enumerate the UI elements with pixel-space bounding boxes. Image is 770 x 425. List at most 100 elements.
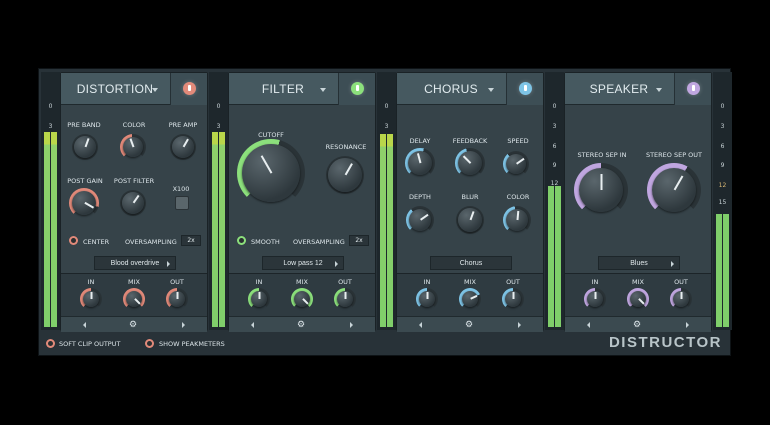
chorus-preset-select[interactable]: Chorus xyxy=(430,256,512,270)
meter-bar-right xyxy=(555,186,561,327)
meter-bar-right xyxy=(219,132,225,327)
gear-icon[interactable]: ⚙ xyxy=(465,320,473,329)
speaker-header[interactable]: SPEAKER xyxy=(565,73,711,105)
stereo-sep-in-knob[interactable] xyxy=(574,163,628,217)
cutoff-knob[interactable] xyxy=(237,139,305,207)
resonance-label: RESONANCE xyxy=(325,143,367,151)
arrow-right-icon xyxy=(671,261,674,267)
chevron-down-icon[interactable] xyxy=(488,88,494,92)
chevron-down-icon[interactable] xyxy=(656,88,662,92)
depth-knob[interactable] xyxy=(406,206,434,234)
meter-bar-left xyxy=(44,132,50,327)
speed-knob[interactable] xyxy=(503,151,529,177)
pre-amp-knob[interactable] xyxy=(170,134,196,160)
knob-label: COLOR xyxy=(122,121,146,129)
in-label: IN xyxy=(255,278,263,286)
chorus-module: CHORUS DELAY FEEDBACK SPEED DEPTH BLUR C… xyxy=(396,72,544,332)
out-label: OUT xyxy=(674,278,688,286)
show-peakmeters-led-toggle[interactable] xyxy=(145,339,154,348)
mix-section: IN MIX OUT ⚙ xyxy=(565,273,711,332)
preset-name: Blues xyxy=(630,260,648,267)
center-label: CENTER xyxy=(83,238,110,246)
mix-label: MIX xyxy=(632,278,644,286)
post-gain-knob[interactable] xyxy=(69,188,99,218)
arrow-left-icon[interactable] xyxy=(83,322,86,328)
feedback-knob[interactable] xyxy=(455,148,485,178)
arrow-right-icon[interactable] xyxy=(518,322,521,328)
in-knob[interactable] xyxy=(248,288,270,310)
color-knob[interactable] xyxy=(503,206,531,234)
in-label: IN xyxy=(423,278,431,286)
arrow-left-icon[interactable] xyxy=(251,322,254,328)
delay-knob[interactable] xyxy=(405,148,435,178)
power-icon[interactable] xyxy=(183,82,196,95)
oversampling-select[interactable]: 2x xyxy=(181,235,201,246)
meter-bar-right xyxy=(387,134,393,327)
color-knob[interactable] xyxy=(120,134,146,160)
out-knob[interactable] xyxy=(502,288,524,310)
mix-knob[interactable] xyxy=(123,288,145,310)
arrow-right-icon[interactable] xyxy=(182,322,185,328)
meter-bar-right xyxy=(723,214,729,327)
out-knob[interactable] xyxy=(334,288,356,310)
out-knob[interactable] xyxy=(670,288,692,310)
filter-power-button[interactable] xyxy=(338,73,375,105)
mix-knob[interactable] xyxy=(627,288,649,310)
resonance-knob[interactable] xyxy=(326,156,364,194)
preset-name: Blood overdrive xyxy=(110,260,160,267)
chorus-power-button[interactable] xyxy=(506,73,543,105)
meter-scale-label: 6 xyxy=(552,143,557,150)
pre-band-knob[interactable] xyxy=(72,134,98,160)
in-knob[interactable] xyxy=(584,288,606,310)
filter-header[interactable]: FILTER xyxy=(229,73,375,105)
arrow-right-icon xyxy=(335,261,338,267)
mix-knob[interactable] xyxy=(291,288,313,310)
gear-icon[interactable]: ⚙ xyxy=(129,320,137,329)
soft-clip-label: SOFT CLIP OUTPUT xyxy=(59,340,121,348)
out-knob[interactable] xyxy=(166,288,188,310)
arrow-left-icon[interactable] xyxy=(419,322,422,328)
soft-clip-led-toggle[interactable] xyxy=(46,339,55,348)
gear-icon[interactable]: ⚙ xyxy=(633,320,641,329)
distortion-preset-select[interactable]: Blood overdrive xyxy=(94,256,176,270)
distructor-plugin: 0 3 0 3 0 3 0 3 6 9 12 0 3 6 9 12 15 DIS… xyxy=(38,68,732,356)
power-icon[interactable] xyxy=(687,82,700,95)
arrow-right-icon[interactable] xyxy=(686,322,689,328)
in-label: IN xyxy=(87,278,95,286)
arrow-right-icon[interactable] xyxy=(350,322,353,328)
gear-icon[interactable]: ⚙ xyxy=(297,320,305,329)
mix-section: IN MIX OUT ⚙ xyxy=(397,273,543,332)
blur-knob[interactable] xyxy=(456,206,484,234)
meter-scale-label: 9 xyxy=(720,162,725,169)
center-led-toggle[interactable] xyxy=(69,236,78,245)
x100-toggle[interactable] xyxy=(175,196,189,210)
filter-preset-select[interactable]: Low pass 12 xyxy=(262,256,344,270)
stereo-sep-out-knob[interactable] xyxy=(647,163,701,217)
in-knob[interactable] xyxy=(80,288,102,310)
power-icon[interactable] xyxy=(519,82,532,95)
mix-label: MIX xyxy=(464,278,476,286)
module-navbar: ⚙ xyxy=(229,316,375,332)
meter-bar-right xyxy=(51,132,57,327)
oversampling-label: OVERSAMPLING xyxy=(125,238,177,246)
distortion-header[interactable]: DISTORTION xyxy=(61,73,207,105)
mix-knob[interactable] xyxy=(459,288,481,310)
meter-scale-label: 0 xyxy=(720,103,725,110)
power-icon[interactable] xyxy=(351,82,364,95)
out-label: OUT xyxy=(170,278,184,286)
in-label: IN xyxy=(591,278,599,286)
arrow-left-icon[interactable] xyxy=(587,322,590,328)
meter-scale-label: 0 xyxy=(48,103,53,110)
in-knob[interactable] xyxy=(416,288,438,310)
chorus-header[interactable]: CHORUS xyxy=(397,73,543,105)
chevron-down-icon[interactable] xyxy=(152,88,158,92)
speaker-preset-select[interactable]: Blues xyxy=(598,256,680,270)
chevron-down-icon[interactable] xyxy=(320,88,326,92)
meter-scale-label: 3 xyxy=(720,123,725,130)
meter-scale-label: 3 xyxy=(48,123,53,130)
smooth-led-toggle[interactable] xyxy=(237,236,246,245)
speaker-power-button[interactable] xyxy=(674,73,711,105)
distortion-power-button[interactable] xyxy=(170,73,207,105)
oversampling-select[interactable]: 2x xyxy=(349,235,369,246)
post-filter-knob[interactable] xyxy=(120,190,146,216)
